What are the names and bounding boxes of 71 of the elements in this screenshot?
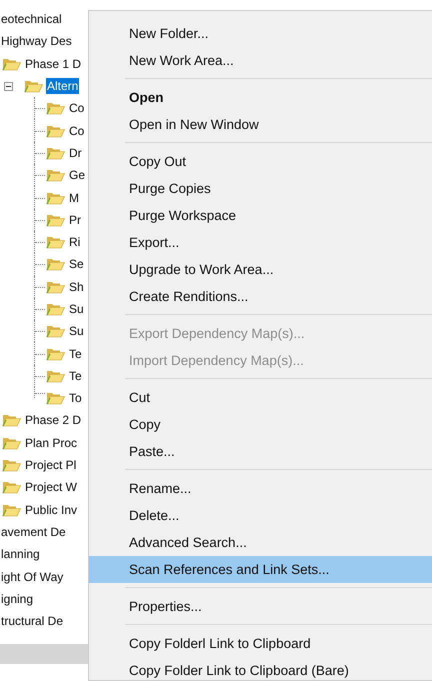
menu-item[interactable]: New Work Area... [89,47,432,74]
folder-icon [46,124,65,138]
menu-item[interactable]: Cut [89,384,432,411]
tree-item[interactable]: Dr [68,144,83,161]
menu-item[interactable]: Purge Copies [89,175,432,202]
folder-icon [46,257,65,272]
menu-item[interactable]: Rename... [89,475,432,502]
menu-item[interactable]: Scan References and Link Sets... [89,556,432,583]
folder-icon [46,212,65,227]
tree-item[interactable]: Public Inv [24,502,78,518]
folder-icon [24,79,43,94]
collapse-icon[interactable] [4,82,13,91]
menu-item[interactable]: Copy [89,411,432,438]
tree-item[interactable]: Su [68,323,85,340]
folder-icon [46,168,65,182]
tree-item[interactable]: avement De [0,524,67,540]
menu-item[interactable]: Copy Folder Link to Clipboard (Bare) [89,657,432,681]
tree-item[interactable]: Se [68,256,85,272]
tree-item[interactable]: Highway Des [0,33,73,50]
folder-icon [46,190,65,205]
folder-icon [46,101,65,116]
menu-item[interactable]: Create Renditions... [89,283,432,310]
menu-item[interactable]: Paste... [89,438,432,465]
tree-item[interactable]: Phase 2 D [24,412,82,428]
menu-item[interactable]: Advanced Search... [89,529,432,556]
tree-item[interactable]: M [68,190,80,206]
menu-item[interactable]: Export... [89,229,432,256]
tree-item[interactable]: Pr [68,212,82,228]
folder-icon [2,480,21,494]
scrollbar[interactable] [0,644,88,664]
tree-item[interactable]: Phase 1 D [24,56,82,72]
folder-icon [2,502,21,517]
menu-item[interactable]: Properties... [89,593,432,620]
tree-item[interactable]: Ge [68,167,86,184]
folder-icon [46,235,65,250]
menu-item[interactable]: Delete... [89,502,432,529]
tree-item[interactable]: To [68,390,83,406]
tree-item[interactable]: Altern [46,78,80,94]
tree-item[interactable]: Co [68,122,86,139]
tree-item[interactable]: Sh [68,278,85,295]
folder-icon [46,346,65,361]
menu-item[interactable]: Open [89,84,432,111]
tree-item[interactable]: Te [68,346,83,362]
folder-icon [46,368,65,383]
folder-icon [46,280,65,294]
tree-item[interactable]: igning [0,590,34,607]
folder-icon [2,458,21,472]
folder-icon [2,56,21,71]
menu-item[interactable]: Upgrade to Work Area... [89,256,432,283]
menu-item[interactable]: Copy Out [89,148,432,175]
tree-item[interactable]: Su [68,301,85,317]
tree-item[interactable]: ight Of Way [0,568,64,585]
tree-item[interactable]: Ri [68,234,82,250]
menu-item[interactable]: New Folder... [89,20,432,47]
tree-item[interactable]: Project W [24,479,78,496]
menu-item[interactable]: Copy Folderl Link to Clipboard [89,630,432,657]
tree-item[interactable]: Plan Proc [24,434,78,451]
tree-item[interactable]: Te [68,368,83,384]
tree-item[interactable]: eotechnical [0,11,63,28]
folder-icon [46,302,65,316]
folder-icon [46,391,65,406]
tree-item[interactable]: tructural De [0,613,64,630]
folder-icon [2,413,21,428]
tree-item[interactable]: Co [68,100,86,116]
menu-item[interactable]: Purge Workspace [89,202,432,229]
tree-item[interactable]: Project Pl [24,457,78,474]
folder-icon [2,436,21,450]
folder-icon [46,146,65,160]
menu-item[interactable]: Open in New Window [89,111,432,138]
folder-icon [46,324,65,338]
tree-item[interactable]: lanning [0,546,41,562]
